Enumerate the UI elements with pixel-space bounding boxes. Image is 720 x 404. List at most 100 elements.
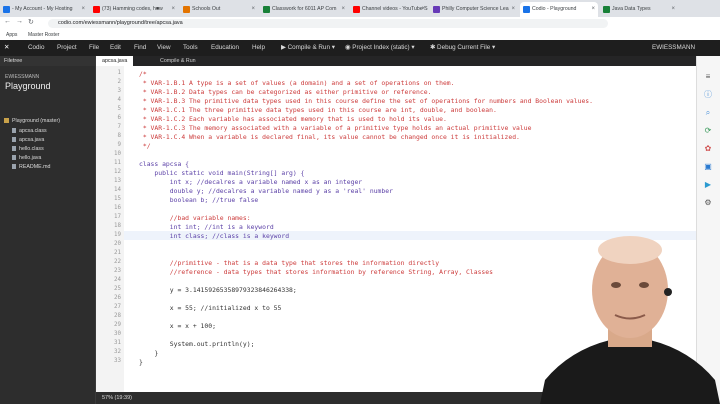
tab-apcsa-java[interactable]: apcsa.java [96,56,134,66]
browser-tab[interactable]: Classwork for 6011 AP Com × [260,2,348,17]
close-tab-icon[interactable]: × [511,2,515,17]
code-line: int x; //decalres a variable named x as … [139,178,363,186]
play-icon[interactable]: ▶ [703,180,713,190]
favicon-icon [93,6,100,13]
line-number: 5 [117,106,122,112]
close-tab-icon[interactable]: × [171,2,175,17]
file-item[interactable]: README.md [12,164,51,170]
line-number: 20 [114,241,121,247]
line-number: 19 [114,232,121,238]
browser-tab-label: Java Data Types [612,6,651,12]
menu-help[interactable]: Help [252,40,265,56]
line-number: 12 [114,169,121,175]
favicon-icon [3,6,10,13]
line-number: 6 [117,115,122,121]
code-line: class apcsa { [139,160,190,168]
menu-file[interactable]: File [89,40,99,56]
browser-tab-label: Channel videos - YouTube S [362,6,428,12]
search-icon[interactable]: ⌕ [703,108,713,118]
code-line: boolean b; //true false [139,196,259,204]
file-label: apcsa.class [19,128,47,134]
project-index-button[interactable]: ◉ Project Index (static) ▾ [345,40,415,56]
url-field[interactable]: codio.com/ewiessmann/playground/tree/apc… [48,19,608,28]
code-line: * VAR-1.C.2 Each variable has associated… [139,115,447,123]
line-number: 29 [114,322,121,328]
filetree-project-title: Playground [5,81,51,91]
file-label: hello.class [19,146,44,152]
close-tab-icon[interactable]: × [251,2,255,17]
menu-view[interactable]: View [157,40,171,56]
browser-tab-label: - My Account - My Hosting [12,6,73,12]
close-tab-icon[interactable]: × [421,2,425,17]
bookmark-master-roster[interactable]: Master Roster [28,30,59,40]
file-label: hello.java [19,155,42,161]
menu-project[interactable]: Project [57,40,77,56]
filetree-header: Filetree [0,56,95,66]
close-tab-icon[interactable]: × [591,2,595,17]
debug-label: Debug Current File [437,44,491,51]
file-icon [12,128,16,133]
favicon-icon [603,6,610,13]
close-tab-icon[interactable]: × [81,2,85,17]
browser-tab[interactable]: Schools Out × [180,2,258,17]
menu-user[interactable]: EWIESSMANN [652,40,695,56]
refresh-icon[interactable]: ⟳ [703,126,713,136]
code-line: * VAR-1.C.4 When a variable is declared … [139,133,520,141]
line-number: 32 [114,349,121,355]
line-number: 26 [114,295,121,301]
favicon-icon [183,6,190,13]
file-icon [12,164,16,169]
codio-logo-icon[interactable]: ✕ [4,40,9,56]
file-item[interactable]: apcsa.java [12,137,44,143]
browser-tab[interactable]: - My Account - My Hosting × [0,2,88,17]
terminal-icon[interactable]: ▣ [703,162,713,172]
reload-icon[interactable]: ↻ [28,18,34,26]
filetree-root-label: Playground (master) [12,118,60,124]
line-number: 1 [117,70,122,76]
info-icon[interactable]: ⓘ [703,90,713,100]
filetree-user: EWIESSMANN [5,74,40,80]
settings-icon[interactable]: ⚙ [703,198,713,208]
forward-icon[interactable]: → [16,18,23,25]
file-item[interactable]: hello.class [12,146,44,152]
browser-tab[interactable]: Channel videos - YouTube S × [350,2,428,17]
code-line: //bad variable names: [139,214,251,222]
filetree-panel: EWIESSMANN Playground Playground (master… [0,56,96,404]
file-icon [12,137,16,142]
code-line: * VAR-1.C.1 The three primitive data typ… [139,106,497,114]
close-tab-icon[interactable]: × [671,2,675,17]
menu-find[interactable]: Find [134,40,146,56]
browser-tab[interactable]: Philly Computer Science Lea × [430,2,518,17]
tab-compile-run[interactable]: Compile & Run [154,56,202,66]
file-item[interactable]: apcsa.class [12,128,47,134]
back-icon[interactable]: ← [4,18,11,25]
file-item[interactable]: hello.java [12,155,41,161]
code-line: x = 55; //initialized x to 55 [139,304,282,312]
browser-tab[interactable]: Java Data Types × [600,2,678,17]
browser-tab[interactable]: (73) Hamming codes, h■w × [90,2,178,17]
menu-tools[interactable]: Tools [183,40,198,56]
debug-button[interactable]: ✱ Debug Current File ▾ [430,40,495,56]
line-number: 8 [117,133,122,139]
filetree-root[interactable]: Playground (master) [4,118,60,124]
code-line: } [139,358,143,366]
line-number: 21 [114,250,121,256]
file-icon [12,155,16,160]
app-menu-bar: ✕ Codio Project File Edit Find View Tool… [0,40,720,57]
close-tab-icon[interactable]: × [341,2,345,17]
file-icon [12,146,16,151]
bookmark-apps[interactable]: Apps [6,30,17,40]
line-number: 31 [114,340,121,346]
browser-tab[interactable]: Codio - Playground × [520,2,598,17]
menu-logo[interactable]: Codio [28,40,44,56]
color-icon[interactable]: ✿ [703,144,713,154]
compile-run-button[interactable]: ▶ Compile & Run ▾ [281,40,335,56]
compile-run-label: Compile & Run [287,44,330,51]
code-line: * VAR-1.B.2 Data types can be categorize… [139,88,432,96]
menu-edit[interactable]: Edit [110,40,121,56]
menu-education[interactable]: Education [211,40,239,56]
line-number: 15 [114,196,121,202]
menu-icon[interactable]: ≡ [703,72,713,82]
line-number: 33 [114,358,121,364]
favicon-icon [433,6,440,13]
